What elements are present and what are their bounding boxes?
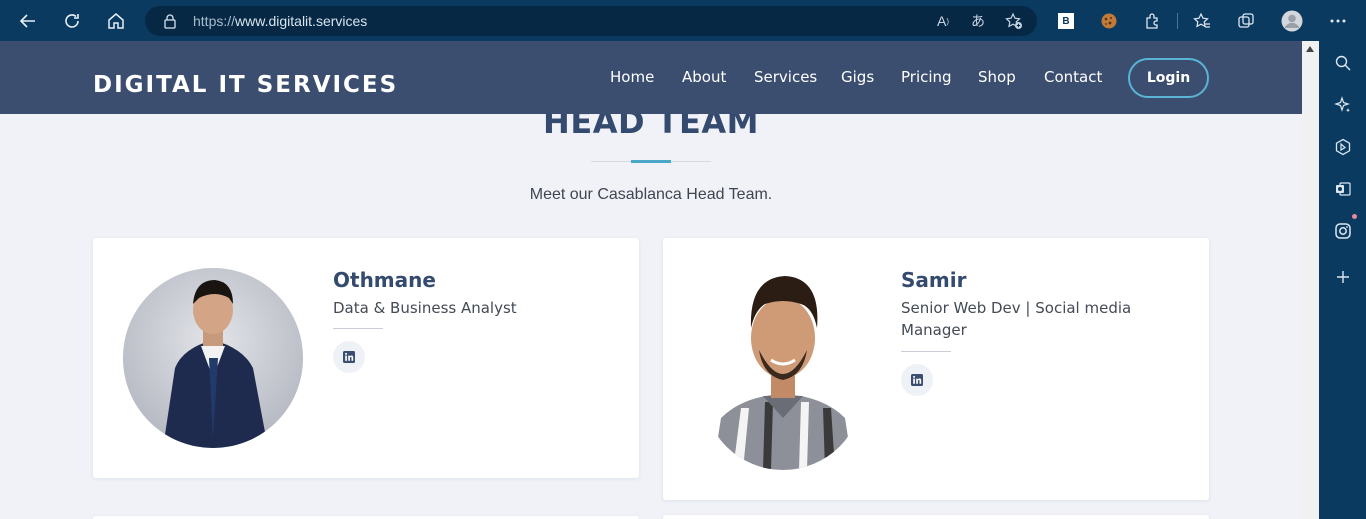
member-role-line-2: Manager (901, 321, 967, 339)
translate-icon[interactable]: あ (968, 12, 988, 30)
title-accent (631, 160, 671, 163)
cookie-extension-icon[interactable] (1098, 10, 1120, 32)
linkedin-icon[interactable] (333, 341, 365, 373)
home-icon[interactable] (103, 8, 129, 34)
lock-icon[interactable] (163, 14, 177, 34)
toolbar-divider (1177, 13, 1178, 29)
member-name: Othmane (333, 268, 436, 292)
team-card-samir: Samir Senior Web Dev | Social media Mana… (663, 238, 1209, 500)
search-icon[interactable] (1332, 52, 1354, 74)
add-icon[interactable] (1332, 266, 1354, 288)
bing-icon[interactable] (1332, 136, 1354, 158)
role-divider (333, 328, 383, 329)
role-divider (901, 351, 951, 352)
refresh-icon[interactable] (59, 8, 85, 34)
nav-gigs[interactable]: Gigs (841, 68, 874, 86)
url-text[interactable]: https://www.digitalit.services (193, 13, 367, 29)
copilot-icon[interactable] (1332, 94, 1354, 116)
nav-services[interactable]: Services (754, 68, 817, 86)
scroll-up-icon[interactable] (1306, 46, 1314, 52)
more-icon[interactable] (1327, 10, 1349, 32)
collections-icon[interactable] (1235, 10, 1257, 32)
outlook-icon[interactable] (1332, 178, 1354, 200)
avatar (123, 268, 303, 448)
nav-shop[interactable]: Shop (978, 68, 1016, 86)
browser-toolbar: https://www.digitalit.services A) あ B (0, 0, 1366, 41)
member-role: Data & Business Analyst (333, 299, 517, 317)
section-subtitle: Meet our Casablanca Head Team. (529, 186, 773, 203)
nav-pricing[interactable]: Pricing (901, 68, 952, 86)
avatar (703, 268, 863, 470)
site-header: DIGITAL IT SERVICES Home About Services … (0, 41, 1302, 114)
url-host: www.digitalit.services (235, 13, 368, 29)
back-icon[interactable] (15, 8, 41, 34)
site-logo[interactable]: DIGITAL IT SERVICES (93, 72, 398, 98)
address-bar[interactable]: https://www.digitalit.services A) あ (145, 6, 1037, 36)
extension-b-label: B (1058, 13, 1074, 29)
profile-icon[interactable] (1281, 10, 1303, 32)
member-role-line-1: Senior Web Dev | Social media (901, 299, 1132, 317)
team-card-next-right (663, 515, 1209, 519)
nav-home[interactable]: Home (610, 68, 654, 86)
nav-contact[interactable]: Contact (1044, 68, 1102, 86)
read-aloud-icon[interactable]: A) (933, 12, 953, 30)
login-button[interactable]: Login (1128, 58, 1209, 98)
page-scrollbar[interactable] (1302, 41, 1319, 519)
instagram-icon[interactable] (1332, 214, 1357, 242)
favorites-icon[interactable] (1191, 10, 1213, 32)
url-protocol: https:// (193, 13, 236, 29)
extensions-icon[interactable] (1142, 10, 1164, 32)
add-favorite-icon[interactable] (1004, 12, 1024, 30)
linkedin-icon[interactable] (901, 364, 933, 396)
extension-b-icon[interactable]: B (1055, 10, 1077, 32)
browser-sidebar (1319, 41, 1366, 519)
team-card-othmane: Othmane Data & Business Analyst (93, 238, 639, 478)
notification-dot (1352, 214, 1357, 219)
member-name: Samir (901, 268, 967, 292)
nav-about[interactable]: About (682, 68, 726, 86)
